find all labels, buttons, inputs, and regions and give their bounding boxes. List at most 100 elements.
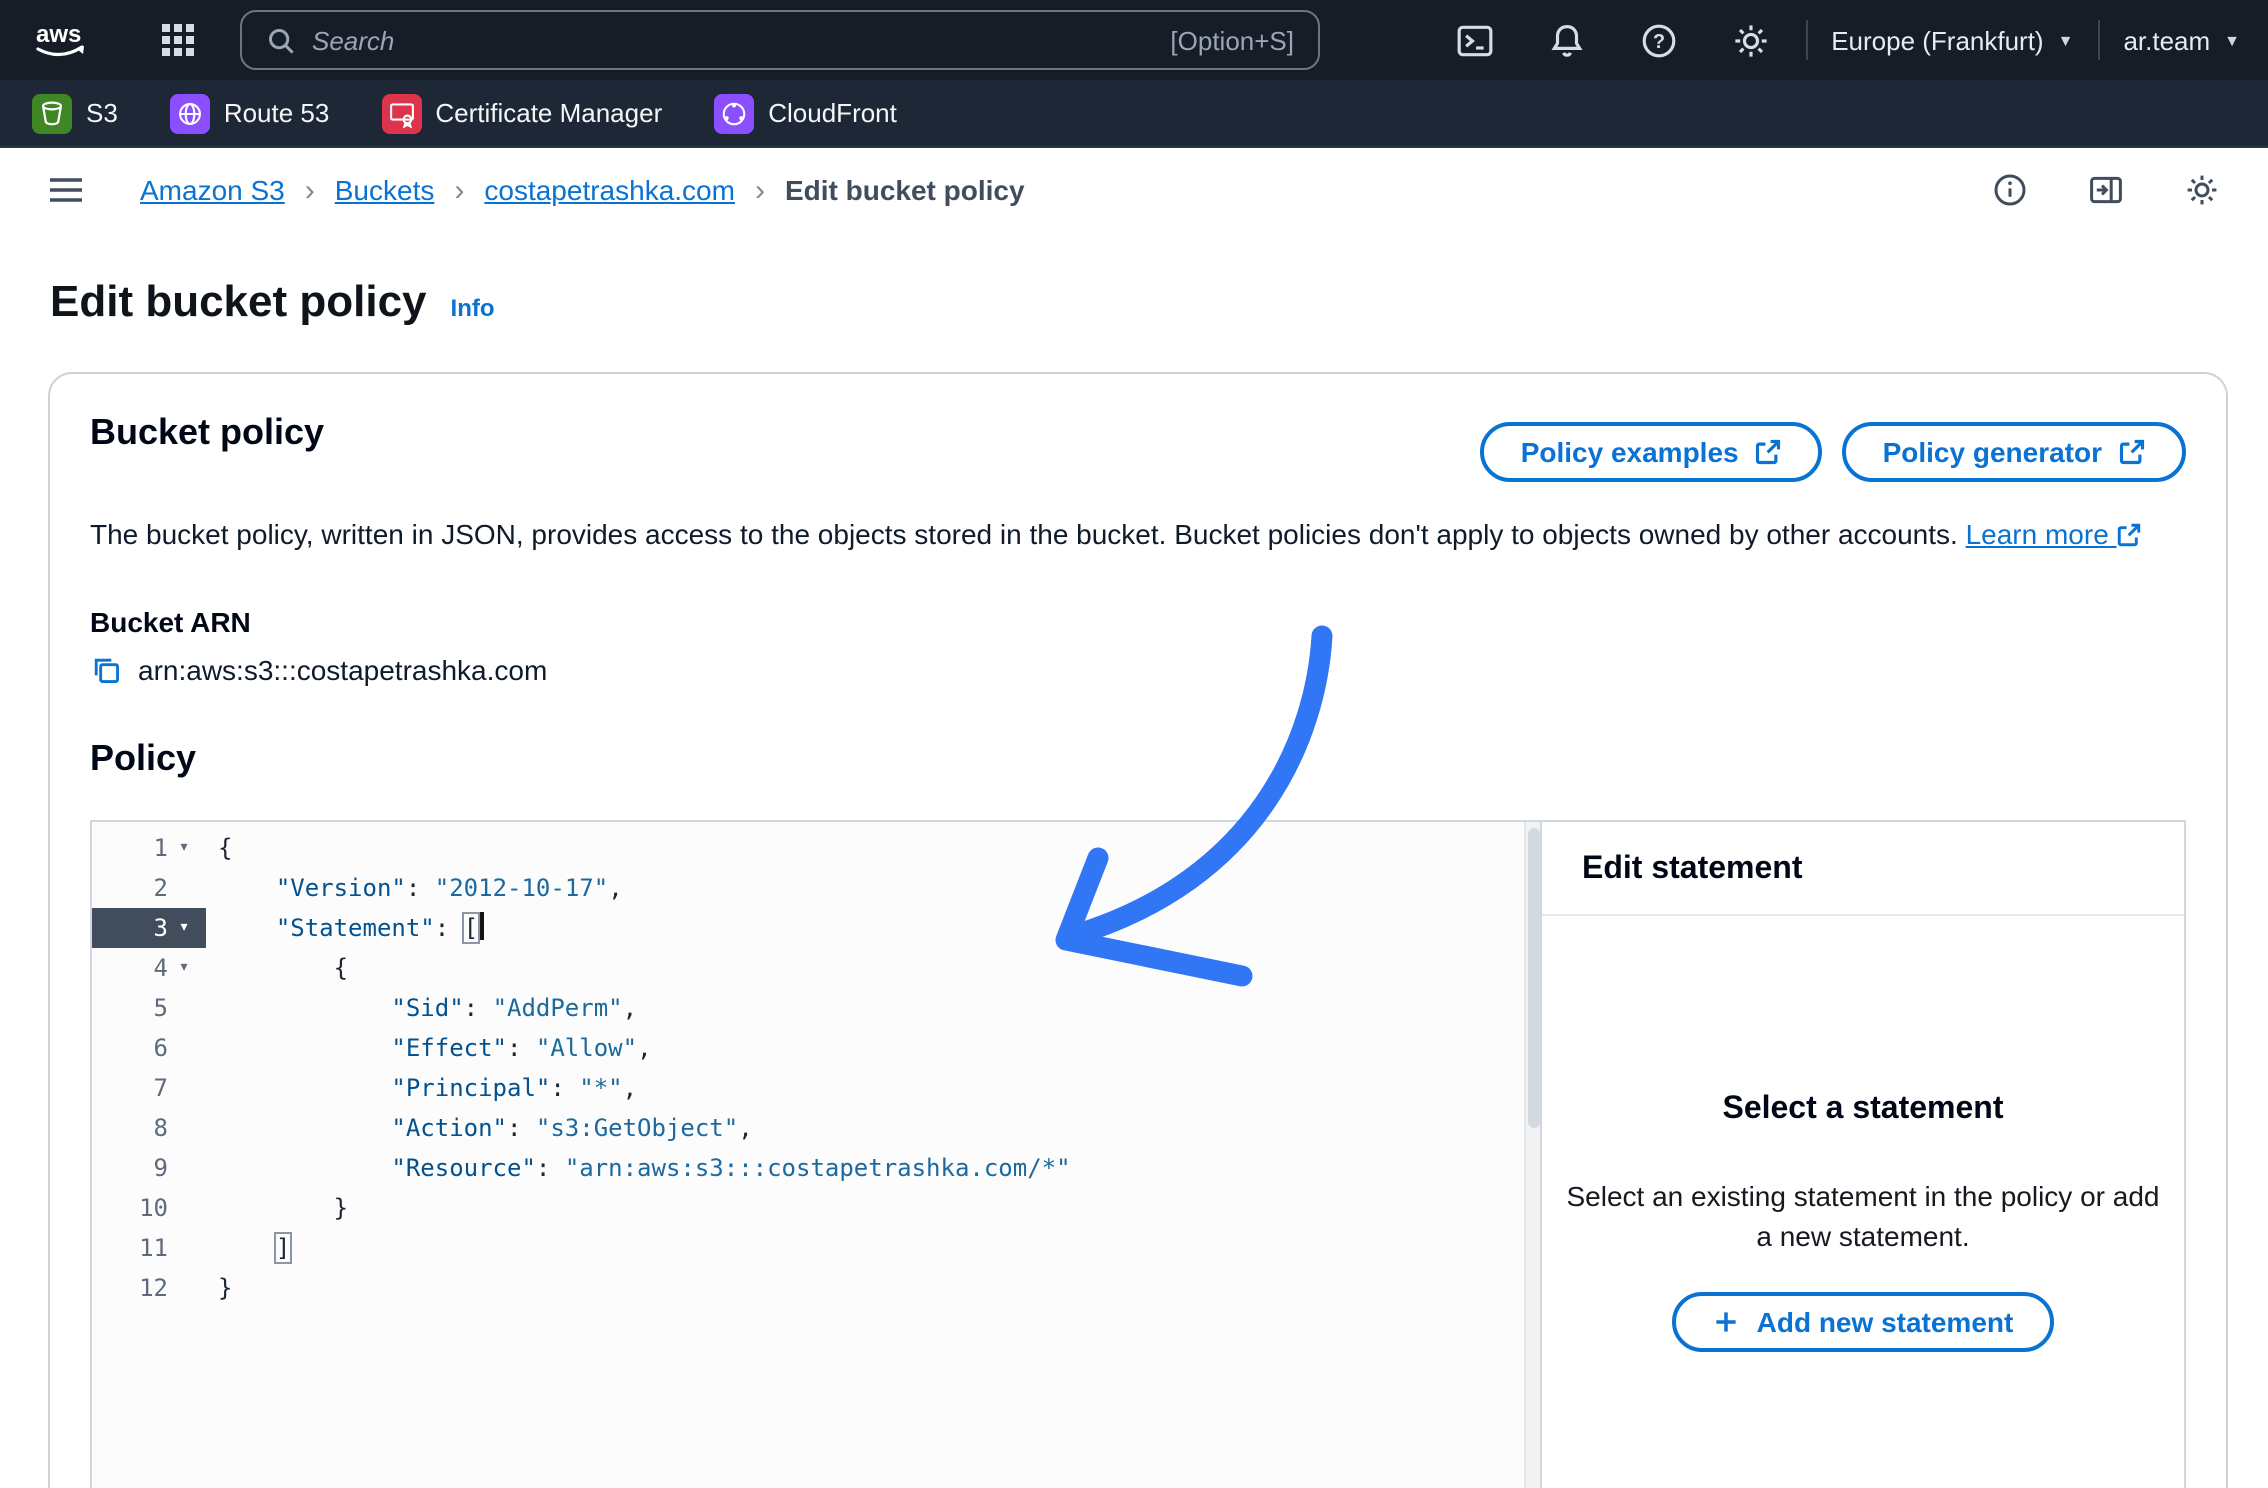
aws-logo-text: aws (36, 21, 81, 48)
add-new-statement-button[interactable]: Add new statement (1673, 1292, 2054, 1352)
aws-console-page: aws Search [Option+S] (0, 0, 2268, 1488)
code-text: } (206, 1268, 232, 1308)
svg-text:?: ? (1653, 30, 1665, 52)
line-number-gutter: 7 (92, 1068, 206, 1108)
code-line[interactable]: 5 "Sid": "AddPerm", (92, 988, 1540, 1028)
bucket-arn-label: Bucket ARN (90, 606, 2186, 638)
code-text: "Resource": "arn:aws:s3:::costapetrashka… (206, 1148, 1071, 1188)
breadcrumb: Amazon S3 Buckets costapetrashka.com Edi… (140, 173, 1025, 207)
line-number-gutter: 1▾ (92, 828, 206, 868)
code-text: { (206, 828, 232, 868)
breadcrumb-link-buckets[interactable]: Buckets (335, 174, 435, 206)
code-lines: 1▾{2 "Version": "2012-10-17",3▾ "Stateme… (92, 828, 1540, 1308)
policy-examples-button[interactable]: Policy examples (1481, 422, 1823, 482)
favorite-certificate-manager[interactable]: Certificate Manager (381, 93, 662, 133)
account-menu[interactable]: ar.team ▼ (2123, 25, 2240, 55)
code-line[interactable]: 7 "Principal": "*", (92, 1068, 1540, 1108)
code-line[interactable]: 3▾ "Statement": [ (92, 908, 1540, 948)
page-title: Edit bucket policy (50, 276, 427, 328)
code-line[interactable]: 1▾{ (92, 828, 1540, 868)
select-statement-title: Select a statement (1542, 1092, 2184, 1128)
search-input[interactable]: Search [Option+S] (240, 10, 1320, 70)
policy-generator-button[interactable]: Policy generator (1843, 422, 2186, 482)
external-link-icon (1755, 438, 1783, 466)
chevron-down-icon: ▼ (2058, 31, 2074, 49)
line-number-gutter: 4▾ (92, 948, 206, 988)
search-icon (266, 25, 296, 55)
line-number-gutter: 8 (92, 1108, 206, 1148)
bucket-policy-container: Bucket policy Policy examples Policy gen… (48, 372, 2228, 1488)
breadcrumb-current: Edit bucket policy (785, 174, 1025, 206)
info-circle-icon[interactable] (1980, 160, 2040, 220)
code-line[interactable]: 6 "Effect": "Allow", (92, 1028, 1540, 1068)
nav-divider (1805, 20, 1807, 60)
search-placeholder: Search (312, 25, 394, 55)
notifications-bell-icon[interactable] (1537, 10, 1597, 70)
code-line[interactable]: 8 "Action": "s3:GetObject", (92, 1108, 1540, 1148)
help-icon[interactable]: ? (1629, 10, 1689, 70)
cloudfront-icon (714, 93, 754, 133)
s3-icon (32, 93, 72, 133)
fold-caret-icon[interactable]: ▾ (168, 838, 200, 858)
editor-scrollbar[interactable] (1524, 822, 1540, 1488)
breadcrumb-link-bucket[interactable]: costapetrashka.com (484, 174, 735, 206)
description-text: The bucket policy, written in JSON, prov… (90, 518, 1958, 550)
code-line[interactable]: 2 "Version": "2012-10-17", (92, 868, 1540, 908)
code-text: "Sid": "AddPerm", (206, 988, 637, 1028)
favorite-label: S3 (86, 98, 118, 128)
copy-icon[interactable] (90, 654, 122, 686)
favorite-route53[interactable]: Route 53 (170, 93, 330, 133)
code-line[interactable]: 9 "Resource": "arn:aws:s3:::costapetrash… (92, 1148, 1540, 1188)
bucket-policy-heading: Bucket policy (90, 406, 324, 458)
bucket-arn-value: arn:aws:s3:::costapetrashka.com (138, 654, 547, 686)
aws-logo[interactable]: aws (28, 16, 96, 64)
favorite-label: Route 53 (224, 98, 330, 128)
code-line[interactable]: 4▾ { (92, 948, 1540, 988)
plus-icon (1713, 1308, 1741, 1336)
code-text: ] (206, 1228, 290, 1268)
learn-more-link[interactable]: Learn more (1966, 518, 2143, 550)
line-number-gutter: 2 (92, 868, 206, 908)
account-label: ar.team (2123, 25, 2210, 55)
chevron-down-icon: ▼ (2224, 31, 2240, 49)
split-panel-icon[interactable] (2076, 160, 2136, 220)
code-text: "Principal": "*", (206, 1068, 637, 1108)
region-selector[interactable]: Europe (Frankfurt) ▼ (1831, 25, 2073, 55)
hamburger-menu-icon[interactable] (36, 160, 96, 220)
preferences-gear-icon[interactable] (2172, 160, 2232, 220)
code-text: { (206, 948, 348, 988)
settings-gear-icon[interactable] (1721, 10, 1781, 70)
breadcrumb-separator (755, 173, 765, 207)
line-number-gutter: 9 (92, 1148, 206, 1188)
policy-code-editor[interactable]: 1▾{2 "Version": "2012-10-17",3▾ "Stateme… (92, 822, 1540, 1488)
code-line[interactable]: 11 ] (92, 1228, 1540, 1268)
favorite-cloudfront[interactable]: CloudFront (714, 93, 897, 133)
breadcrumb-link-amazon-s3[interactable]: Amazon S3 (140, 174, 285, 206)
code-line[interactable]: 10 } (92, 1188, 1540, 1228)
favorite-label: CloudFront (768, 98, 897, 128)
certificate-manager-icon (381, 93, 421, 133)
line-number-gutter: 5 (92, 988, 206, 1028)
code-text: } (206, 1188, 348, 1228)
add-new-statement-label: Add new statement (1757, 1306, 2014, 1338)
info-link[interactable]: Info (451, 294, 495, 322)
main-content: Edit bucket policy Info Bucket policy Po… (0, 232, 2268, 1488)
breadcrumb-separator (454, 173, 464, 207)
apps-grid-icon[interactable] (148, 10, 208, 70)
route53-icon (170, 93, 210, 133)
fold-caret-icon[interactable]: ▾ (168, 958, 200, 978)
policy-label: Policy (90, 738, 2186, 780)
breadcrumb-separator (305, 173, 315, 207)
bucket-policy-description: The bucket policy, written in JSON, prov… (90, 514, 2186, 554)
edit-statement-panel: Edit statement Select a statement Select… (1540, 822, 2184, 1488)
line-number-gutter: 10 (92, 1188, 206, 1228)
fold-caret-icon[interactable]: ▾ (168, 918, 200, 938)
external-link-icon (2118, 438, 2146, 466)
external-link-icon (2117, 522, 2143, 548)
line-number-gutter: 11 (92, 1228, 206, 1268)
line-number-gutter: 12 (92, 1268, 206, 1308)
code-line[interactable]: 12} (92, 1268, 1540, 1308)
cloudshell-icon[interactable] (1445, 10, 1505, 70)
favorite-s3[interactable]: S3 (32, 93, 118, 133)
search-shortcut-hint: [Option+S] (1170, 25, 1294, 55)
